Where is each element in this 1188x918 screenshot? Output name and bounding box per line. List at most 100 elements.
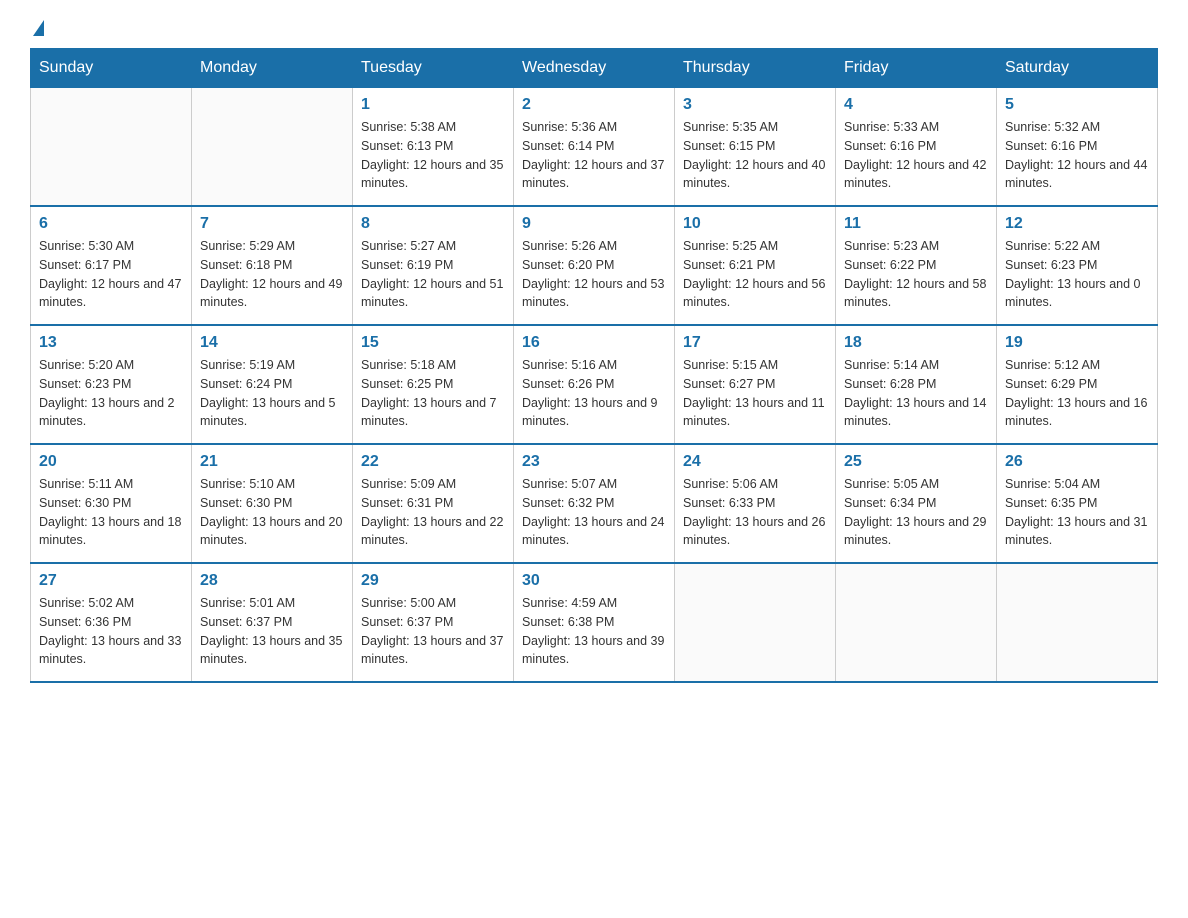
calendar-cell: 28 Sunrise: 5:01 AMSunset: 6:37 PMDayligh… xyxy=(192,563,353,682)
day-info: Sunrise: 5:29 AMSunset: 6:18 PMDaylight:… xyxy=(200,237,344,312)
day-info: Sunrise: 5:07 AMSunset: 6:32 PMDaylight:… xyxy=(522,475,666,550)
day-number: 27 xyxy=(39,572,183,590)
calendar-cell: 16 Sunrise: 5:16 AMSunset: 6:26 PMDayligh… xyxy=(514,325,675,444)
day-number: 4 xyxy=(844,96,988,114)
day-header-monday: Monday xyxy=(192,49,353,88)
calendar-cell: 7 Sunrise: 5:29 AMSunset: 6:18 PMDaylight… xyxy=(192,206,353,325)
calendar-cell: 12 Sunrise: 5:22 AMSunset: 6:23 PMDayligh… xyxy=(997,206,1158,325)
day-number: 5 xyxy=(1005,96,1149,114)
calendar-cell: 29 Sunrise: 5:00 AMSunset: 6:37 PMDayligh… xyxy=(353,563,514,682)
day-number: 8 xyxy=(361,215,505,233)
calendar-cell: 26Sunrise: 5:04 AMSunset: 6:35 PMDayligh… xyxy=(997,444,1158,563)
day-info: Sunrise: 5:35 AMSunset: 6:15 PMDaylight:… xyxy=(683,118,827,193)
calendar-cell: 21Sunrise: 5:10 AMSunset: 6:30 PMDayligh… xyxy=(192,444,353,563)
day-number: 20 xyxy=(39,453,183,471)
day-info: Sunrise: 5:12 AMSunset: 6:29 PMDaylight:… xyxy=(1005,356,1149,431)
calendar-cell: 15 Sunrise: 5:18 AMSunset: 6:25 PMDayligh… xyxy=(353,325,514,444)
day-number: 18 xyxy=(844,334,988,352)
day-number: 16 xyxy=(522,334,666,352)
day-header-sunday: Sunday xyxy=(31,49,192,88)
day-number: 21 xyxy=(200,453,344,471)
calendar-cell xyxy=(192,88,353,207)
day-info: Sunrise: 5:27 AMSunset: 6:19 PMDaylight:… xyxy=(361,237,505,312)
day-number: 11 xyxy=(844,215,988,233)
calendar-cell: 11 Sunrise: 5:23 AMSunset: 6:22 PMDayligh… xyxy=(836,206,997,325)
day-info: Sunrise: 5:05 AMSunset: 6:34 PMDaylight:… xyxy=(844,475,988,550)
day-info: Sunrise: 5:00 AMSunset: 6:37 PMDaylight:… xyxy=(361,594,505,669)
day-number: 22 xyxy=(361,453,505,471)
day-number: 14 xyxy=(200,334,344,352)
calendar-cell: 5 Sunrise: 5:32 AMSunset: 6:16 PMDaylight… xyxy=(997,88,1158,207)
day-info: Sunrise: 5:32 AMSunset: 6:16 PMDaylight:… xyxy=(1005,118,1149,193)
week-row-3: 13 Sunrise: 5:20 AMSunset: 6:23 PMDayligh… xyxy=(31,325,1158,444)
day-number: 28 xyxy=(200,572,344,590)
calendar-body: 1 Sunrise: 5:38 AMSunset: 6:13 PMDaylight… xyxy=(31,88,1158,683)
calendar-table: SundayMondayTuesdayWednesdayThursdayFrid… xyxy=(30,48,1158,683)
day-header-tuesday: Tuesday xyxy=(353,49,514,88)
day-info: Sunrise: 5:16 AMSunset: 6:26 PMDaylight:… xyxy=(522,356,666,431)
day-header-saturday: Saturday xyxy=(997,49,1158,88)
day-number: 23 xyxy=(522,453,666,471)
day-number: 29 xyxy=(361,572,505,590)
day-info: Sunrise: 5:14 AMSunset: 6:28 PMDaylight:… xyxy=(844,356,988,431)
day-header-friday: Friday xyxy=(836,49,997,88)
calendar-cell: 25 Sunrise: 5:05 AMSunset: 6:34 PMDayligh… xyxy=(836,444,997,563)
calendar-cell: 19 Sunrise: 5:12 AMSunset: 6:29 PMDayligh… xyxy=(997,325,1158,444)
logo-row1 xyxy=(30,20,44,38)
day-number: 3 xyxy=(683,96,827,114)
week-row-1: 1 Sunrise: 5:38 AMSunset: 6:13 PMDaylight… xyxy=(31,88,1158,207)
page-header xyxy=(30,20,1158,38)
calendar-cell: 20 Sunrise: 5:11 AMSunset: 6:30 PMDayligh… xyxy=(31,444,192,563)
day-info: Sunrise: 5:01 AMSunset: 6:37 PMDaylight:… xyxy=(200,594,344,669)
day-number: 9 xyxy=(522,215,666,233)
calendar-cell: 4 Sunrise: 5:33 AMSunset: 6:16 PMDaylight… xyxy=(836,88,997,207)
calendar-cell: 18 Sunrise: 5:14 AMSunset: 6:28 PMDayligh… xyxy=(836,325,997,444)
calendar-cell: 30 Sunrise: 4:59 AMSunset: 6:38 PMDayligh… xyxy=(514,563,675,682)
day-number: 7 xyxy=(200,215,344,233)
week-row-4: 20 Sunrise: 5:11 AMSunset: 6:30 PMDayligh… xyxy=(31,444,1158,563)
calendar-cell: 27 Sunrise: 5:02 AMSunset: 6:36 PMDayligh… xyxy=(31,563,192,682)
calendar-cell: 1 Sunrise: 5:38 AMSunset: 6:13 PMDaylight… xyxy=(353,88,514,207)
day-number: 30 xyxy=(522,572,666,590)
week-row-5: 27 Sunrise: 5:02 AMSunset: 6:36 PMDayligh… xyxy=(31,563,1158,682)
day-number: 13 xyxy=(39,334,183,352)
day-info: Sunrise: 5:25 AMSunset: 6:21 PMDaylight:… xyxy=(683,237,827,312)
calendar-cell xyxy=(997,563,1158,682)
calendar-cell: 22Sunrise: 5:09 AMSunset: 6:31 PMDayligh… xyxy=(353,444,514,563)
day-info: Sunrise: 5:02 AMSunset: 6:36 PMDaylight:… xyxy=(39,594,183,669)
calendar-cell xyxy=(675,563,836,682)
day-info: Sunrise: 5:15 AMSunset: 6:27 PMDaylight:… xyxy=(683,356,827,431)
calendar-cell: 17 Sunrise: 5:15 AMSunset: 6:27 PMDayligh… xyxy=(675,325,836,444)
day-number: 17 xyxy=(683,334,827,352)
day-number: 1 xyxy=(361,96,505,114)
week-row-2: 6Sunrise: 5:30 AMSunset: 6:17 PMDaylight… xyxy=(31,206,1158,325)
day-info: Sunrise: 5:06 AMSunset: 6:33 PMDaylight:… xyxy=(683,475,827,550)
day-info: Sunrise: 5:22 AMSunset: 6:23 PMDaylight:… xyxy=(1005,237,1149,312)
day-number: 25 xyxy=(844,453,988,471)
day-number: 12 xyxy=(1005,215,1149,233)
logo-triangle-icon xyxy=(33,20,44,36)
calendar-cell: 10Sunrise: 5:25 AMSunset: 6:21 PMDayligh… xyxy=(675,206,836,325)
day-header-thursday: Thursday xyxy=(675,49,836,88)
day-info: Sunrise: 5:19 AMSunset: 6:24 PMDaylight:… xyxy=(200,356,344,431)
day-info: Sunrise: 5:38 AMSunset: 6:13 PMDaylight:… xyxy=(361,118,505,193)
day-number: 19 xyxy=(1005,334,1149,352)
day-number: 26 xyxy=(1005,453,1149,471)
day-info: Sunrise: 5:11 AMSunset: 6:30 PMDaylight:… xyxy=(39,475,183,550)
day-info: Sunrise: 5:33 AMSunset: 6:16 PMDaylight:… xyxy=(844,118,988,193)
day-info: Sunrise: 5:23 AMSunset: 6:22 PMDaylight:… xyxy=(844,237,988,312)
day-info: Sunrise: 5:20 AMSunset: 6:23 PMDaylight:… xyxy=(39,356,183,431)
calendar-cell: 24 Sunrise: 5:06 AMSunset: 6:33 PMDayligh… xyxy=(675,444,836,563)
calendar-header: SundayMondayTuesdayWednesdayThursdayFrid… xyxy=(31,49,1158,88)
day-header-wednesday: Wednesday xyxy=(514,49,675,88)
calendar-cell: 14 Sunrise: 5:19 AMSunset: 6:24 PMDayligh… xyxy=(192,325,353,444)
logo xyxy=(30,20,44,38)
day-info: Sunrise: 5:18 AMSunset: 6:25 PMDaylight:… xyxy=(361,356,505,431)
days-of-week-row: SundayMondayTuesdayWednesdayThursdayFrid… xyxy=(31,49,1158,88)
calendar-cell: 13 Sunrise: 5:20 AMSunset: 6:23 PMDayligh… xyxy=(31,325,192,444)
day-info: Sunrise: 4:59 AMSunset: 6:38 PMDaylight:… xyxy=(522,594,666,669)
day-info: Sunrise: 5:26 AMSunset: 6:20 PMDaylight:… xyxy=(522,237,666,312)
day-number: 15 xyxy=(361,334,505,352)
day-number: 24 xyxy=(683,453,827,471)
calendar-cell: 23 Sunrise: 5:07 AMSunset: 6:32 PMDayligh… xyxy=(514,444,675,563)
